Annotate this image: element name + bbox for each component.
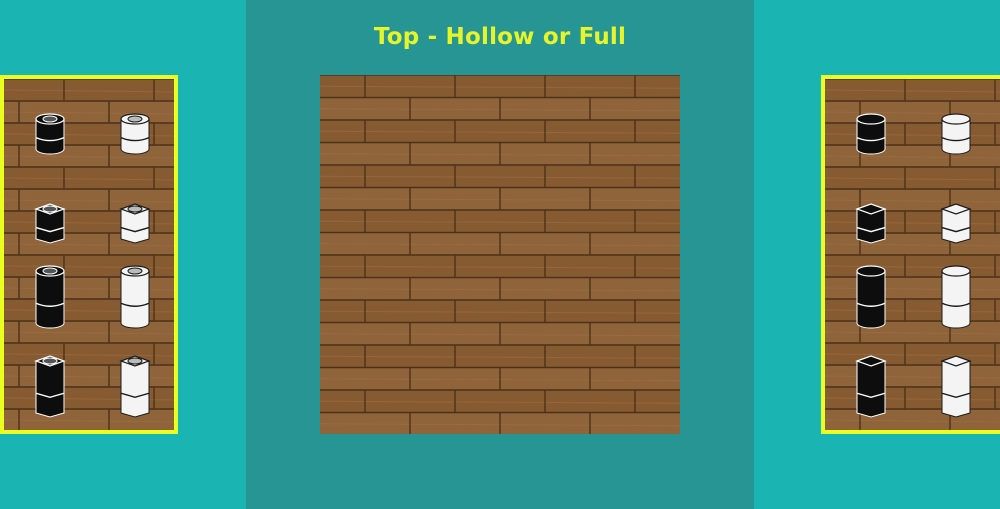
black-round-tall-hollow-piece[interactable] [34, 264, 66, 330]
white-round-short-full-piece[interactable] [940, 112, 972, 156]
black-round-short-hollow-piece[interactable] [34, 112, 66, 156]
page-title: Top - Hollow or Full [373, 24, 627, 50]
white-square-short-hollow-piece[interactable] [119, 202, 151, 246]
white-round-tall-hollow-piece[interactable] [119, 264, 151, 330]
black-square-tall-full-piece[interactable] [855, 354, 887, 420]
black-round-short-full-piece[interactable] [855, 112, 887, 156]
white-square-short-full-piece[interactable] [940, 202, 972, 246]
white-square-tall-full-piece[interactable] [940, 354, 972, 420]
white-square-tall-hollow-piece[interactable] [119, 354, 151, 420]
black-square-tall-hollow-piece[interactable] [34, 354, 66, 420]
left-piece-panel [0, 75, 178, 434]
right-panel-wood [825, 79, 1000, 430]
left-panel-wood [4, 79, 174, 430]
white-round-tall-full-piece[interactable] [940, 264, 972, 330]
black-square-short-full-piece[interactable] [855, 202, 887, 246]
white-round-short-hollow-piece[interactable] [119, 112, 151, 156]
black-square-short-hollow-piece[interactable] [34, 202, 66, 246]
black-round-tall-full-piece[interactable] [855, 264, 887, 330]
right-piece-panel [821, 75, 1000, 434]
game-board[interactable] [320, 75, 680, 434]
